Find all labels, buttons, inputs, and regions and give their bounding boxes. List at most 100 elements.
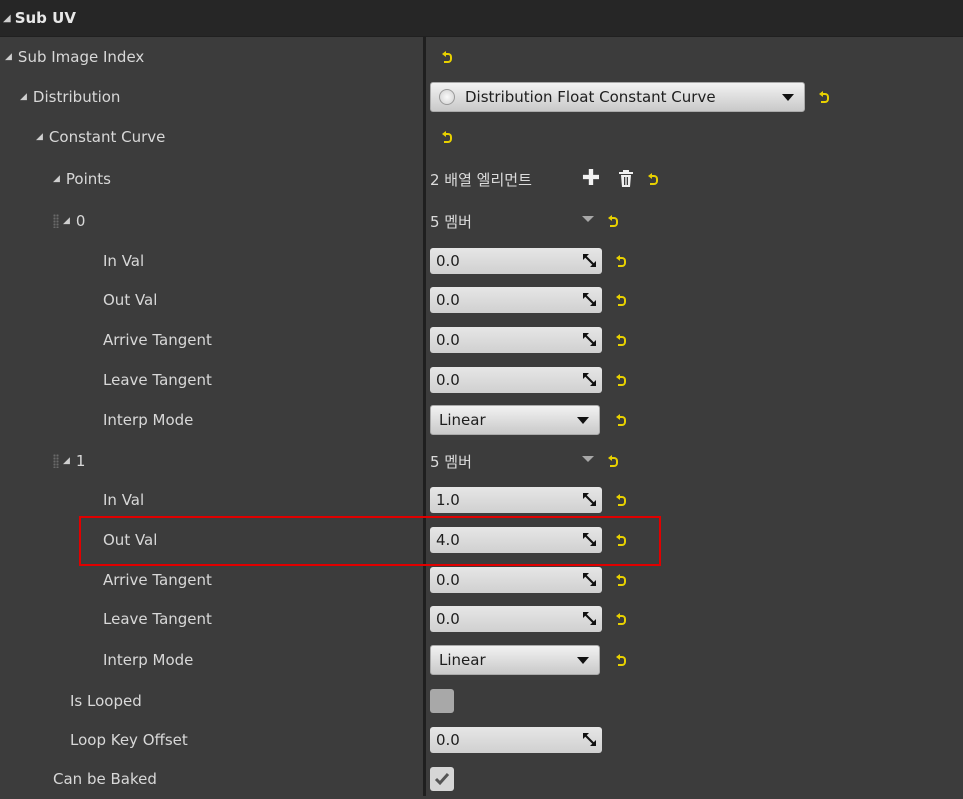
drag-handle-icon[interactable] (53, 454, 59, 468)
row-point1-out-val: Out Val 4.0 (0, 520, 963, 560)
dropdown-value: Linear (439, 651, 486, 669)
interp-mode-dropdown[interactable]: Linear (430, 405, 600, 435)
row-point1-in-val: In Val 1.0 (0, 480, 963, 520)
reset-to-default-icon[interactable] (616, 255, 628, 267)
reset-to-default-icon[interactable] (616, 494, 628, 506)
expand-triangle-icon[interactable]: ◢ (53, 174, 60, 184)
property-label: Out Val (103, 531, 158, 549)
drag-spin-icon[interactable] (583, 493, 596, 506)
reset-to-default-icon[interactable] (648, 173, 660, 185)
expand-triangle-icon[interactable]: ◢ (5, 52, 12, 62)
numeric-value: 0.0 (436, 610, 460, 628)
property-label: Leave Tangent (103, 371, 212, 389)
row-point0-out-val: Out Val 0.0 (0, 280, 963, 320)
reset-to-default-icon[interactable] (616, 574, 628, 586)
row-sub-image-index: ◢ Sub Image Index (0, 37, 963, 77)
numeric-value: 0.0 (436, 291, 460, 309)
members-summary[interactable]: 5 멤버 (430, 451, 594, 472)
section-title: Sub UV (14, 9, 76, 27)
reset-to-default-icon[interactable] (442, 131, 454, 143)
row-can-be-baked: Can be Baked (0, 759, 963, 799)
property-label: Is Looped (70, 692, 142, 710)
drag-spin-icon[interactable] (583, 612, 596, 625)
interp-mode-dropdown[interactable]: Linear (430, 645, 600, 675)
drag-spin-icon[interactable] (583, 373, 596, 386)
expand-triangle-icon[interactable]: ◢ (63, 456, 70, 466)
numeric-input[interactable]: 0.0 (430, 606, 602, 632)
reset-to-default-icon[interactable] (616, 613, 628, 625)
row-point-1: ◢ 1 5 멤버 (0, 441, 963, 481)
row-point0-interp-mode: Interp Mode Linear (0, 400, 963, 440)
property-label: Out Val (103, 291, 158, 309)
numeric-value: 0.0 (436, 252, 460, 270)
numeric-input[interactable]: 0.0 (430, 248, 602, 274)
chevron-down-icon[interactable] (582, 215, 594, 222)
numeric-value: 0.0 (436, 371, 460, 389)
reset-to-default-icon[interactable] (819, 91, 831, 103)
numeric-value: 0.0 (436, 731, 460, 749)
distribution-type-dropdown[interactable]: Distribution Float Constant Curve (430, 82, 805, 112)
row-distribution: ◢ Distribution Distribution Float Consta… (0, 77, 963, 117)
add-element-icon[interactable]: ✚ (582, 168, 600, 190)
drag-spin-icon[interactable] (583, 333, 596, 346)
members-summary[interactable]: 5 멤버 (430, 211, 594, 232)
collapse-triangle-icon[interactable]: ◢ (3, 13, 11, 24)
property-label: Can be Baked (53, 770, 157, 788)
expand-triangle-icon[interactable]: ◢ (36, 132, 43, 142)
chevron-down-icon[interactable] (582, 455, 594, 462)
array-index-label: 0 (75, 212, 86, 230)
property-label: Loop Key Offset (70, 731, 188, 749)
reset-to-default-icon[interactable] (616, 414, 628, 426)
row-point0-arrive-tangent: Arrive Tangent 0.0 (0, 320, 963, 360)
reset-to-default-icon[interactable] (616, 294, 628, 306)
row-constant-curve: ◢ Constant Curve (0, 117, 963, 157)
numeric-value: 0.0 (436, 571, 460, 589)
property-label: In Val (103, 252, 145, 270)
drag-spin-icon[interactable] (583, 293, 596, 306)
reset-to-default-icon[interactable] (616, 654, 628, 666)
property-label: Arrive Tangent (103, 571, 212, 589)
can-be-baked-checkbox[interactable] (430, 767, 454, 791)
reset-to-default-icon[interactable] (442, 51, 454, 63)
drag-spin-icon[interactable] (583, 573, 596, 586)
numeric-input[interactable]: 1.0 (430, 487, 602, 513)
is-looped-checkbox[interactable] (430, 689, 454, 713)
property-label: In Val (103, 491, 145, 509)
drag-spin-icon[interactable] (583, 733, 596, 746)
property-label: Sub Image Index (17, 48, 145, 66)
array-count: 2 배열 엘리먼트 (430, 170, 532, 189)
expand-triangle-icon[interactable]: ◢ (20, 92, 27, 102)
numeric-input[interactable]: 0.0 (430, 367, 602, 393)
reset-to-default-icon[interactable] (616, 334, 628, 346)
expand-triangle-icon[interactable]: ◢ (63, 216, 70, 226)
numeric-value: 0.0 (436, 331, 460, 349)
numeric-input[interactable]: 0.0 (430, 287, 602, 313)
row-is-looped: Is Looped (0, 681, 963, 721)
drag-handle-icon[interactable] (53, 214, 59, 228)
dropdown-value: Linear (439, 411, 486, 429)
reset-to-default-icon[interactable] (616, 374, 628, 386)
property-label: Interp Mode (103, 651, 194, 669)
reset-to-default-icon[interactable] (616, 534, 628, 546)
drag-spin-icon[interactable] (583, 533, 596, 546)
numeric-input[interactable]: 0.0 (430, 567, 602, 593)
property-label: Interp Mode (103, 411, 194, 429)
dropdown-value: Distribution Float Constant Curve (465, 88, 716, 106)
section-header-sub-uv[interactable]: ◢ Sub UV (0, 0, 963, 37)
property-label: Distribution (32, 88, 121, 106)
checkmark-icon (434, 773, 450, 786)
reset-to-default-icon[interactable] (608, 455, 620, 467)
numeric-input[interactable]: 0.0 (430, 727, 602, 753)
row-point0-in-val: In Val 0.0 (0, 241, 963, 281)
chevron-down-icon (782, 94, 794, 101)
numeric-value: 4.0 (436, 531, 460, 549)
trash-icon[interactable] (618, 170, 634, 188)
class-circle-icon (439, 89, 455, 105)
reset-to-default-icon[interactable] (608, 215, 620, 227)
drag-spin-icon[interactable] (583, 254, 596, 267)
row-points: ◢ Points 2 배열 엘리먼트 ✚ (0, 159, 963, 199)
numeric-input[interactable]: 0.0 (430, 327, 602, 353)
numeric-input[interactable]: 4.0 (430, 527, 602, 553)
property-label: Arrive Tangent (103, 331, 212, 349)
row-point0-leave-tangent: Leave Tangent 0.0 (0, 360, 963, 400)
